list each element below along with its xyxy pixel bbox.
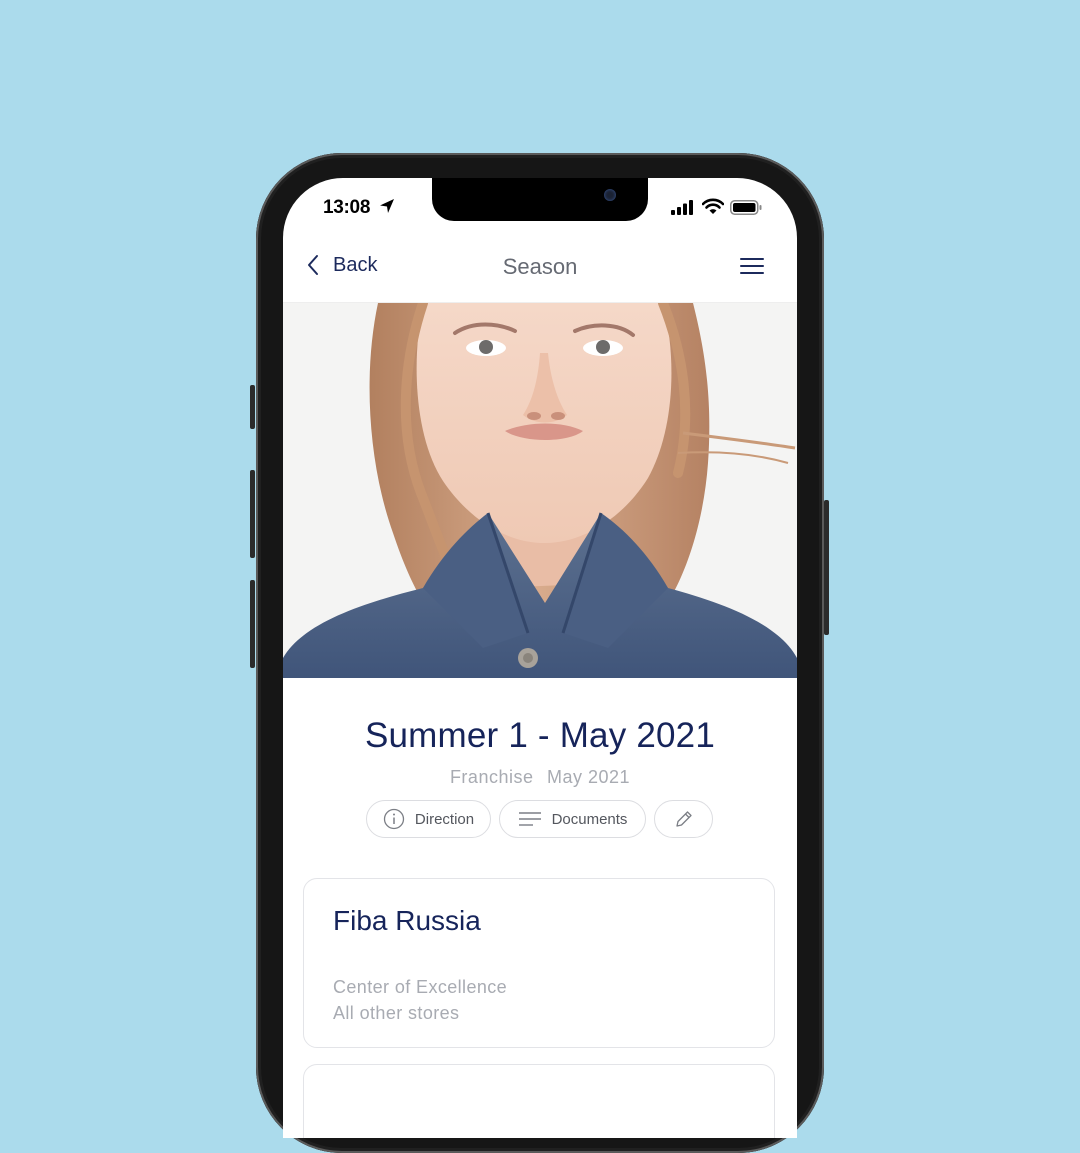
next-card[interactable] bbox=[303, 1064, 775, 1138]
phone-power-button bbox=[824, 500, 829, 635]
edit-button[interactable] bbox=[654, 800, 713, 838]
direction-label: Direction bbox=[414, 810, 475, 828]
location-arrow-icon bbox=[380, 199, 394, 213]
season-title: Summer 1 - May 2021 bbox=[364, 716, 716, 755]
store-card[interactable]: Fiba Russia Center of Excellence All oth… bbox=[303, 878, 775, 1048]
hamburger-menu-icon[interactable] bbox=[738, 252, 766, 280]
phone-volume-up bbox=[250, 470, 255, 558]
pencil-icon bbox=[675, 811, 692, 827]
hero-photo-illustration bbox=[283, 303, 797, 678]
notch bbox=[432, 178, 648, 221]
documents-icon bbox=[518, 812, 541, 826]
season-type: Franchise bbox=[449, 767, 534, 787]
documents-label: Documents bbox=[551, 810, 628, 828]
card-line: Center of Excellence bbox=[333, 977, 508, 997]
battery-icon bbox=[730, 200, 762, 215]
phone-silent-switch bbox=[250, 385, 255, 429]
status-time: 13:08 bbox=[323, 197, 371, 218]
phone-screen: 13:08 Back Season Summer 1 - May 2021 Fr… bbox=[283, 178, 797, 1138]
season-date: May 2021 bbox=[546, 767, 631, 787]
season-subtitle: Franchise May 2021 bbox=[283, 767, 797, 788]
card-title: Fiba Russia bbox=[333, 905, 481, 936]
phone-volume-down bbox=[250, 580, 255, 668]
info-icon bbox=[383, 808, 405, 830]
front-camera bbox=[604, 189, 616, 201]
card-line: All other stores bbox=[333, 1003, 460, 1023]
direction-button[interactable]: Direction bbox=[366, 800, 491, 838]
hero-image bbox=[283, 303, 797, 678]
navigation-bar: Back Season bbox=[283, 234, 797, 303]
wifi-icon bbox=[702, 198, 724, 214]
documents-button[interactable]: Documents bbox=[499, 800, 646, 838]
signal-icon bbox=[671, 200, 693, 215]
page-title: Season bbox=[502, 254, 578, 279]
